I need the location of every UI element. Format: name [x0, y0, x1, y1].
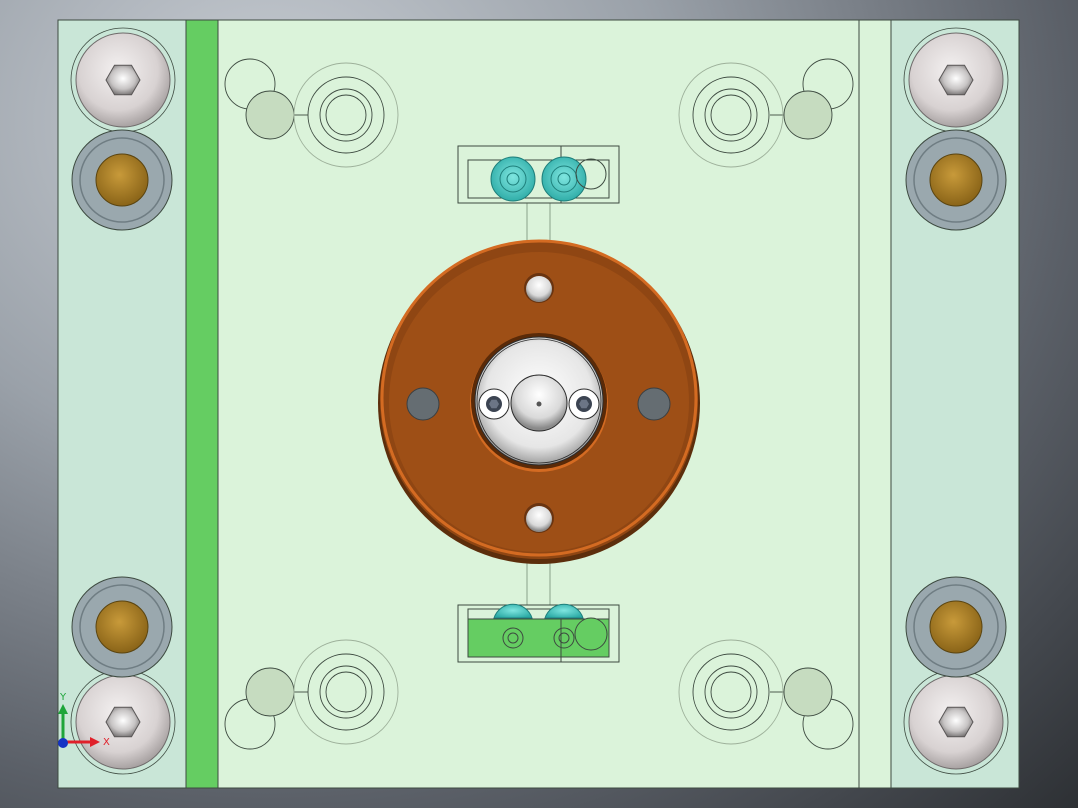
gate-insert-top[interactable] [457, 145, 620, 204]
flange-hole-top[interactable] [524, 273, 554, 303]
guide-bushing-icon [95, 153, 149, 207]
flange-hole-bottom[interactable] [524, 503, 554, 533]
sprue-bushing[interactable] [510, 374, 568, 432]
flange-hole-left[interactable] [406, 387, 440, 421]
bushing-right-top[interactable] [905, 129, 1007, 231]
locating-ring[interactable] [378, 239, 700, 564]
flange-hole-right[interactable] [637, 387, 671, 421]
set-screw-right[interactable] [568, 388, 600, 420]
y-axis-label: Y [59, 692, 67, 703]
bushing-right-bottom[interactable] [905, 576, 1007, 678]
cad-model-view[interactable]: Y X [0, 0, 1078, 808]
guide-bushing-icon [95, 600, 149, 654]
origin-dot-icon [58, 738, 68, 748]
bushing-left-bottom[interactable] [71, 576, 173, 678]
nozzle-right-icon [541, 156, 587, 202]
guide-bushing-icon [929, 600, 983, 654]
green-strip[interactable] [185, 19, 219, 789]
nozzle-left-icon [490, 156, 536, 202]
gate-insert-bottom[interactable] [457, 603, 620, 663]
x-axis-label: X [103, 737, 110, 748]
set-screw-left[interactable] [478, 388, 510, 420]
bushing-left-top[interactable] [71, 129, 173, 231]
cad-graphics-viewport[interactable]: Y X [0, 0, 1078, 808]
guide-bushing-icon [929, 153, 983, 207]
